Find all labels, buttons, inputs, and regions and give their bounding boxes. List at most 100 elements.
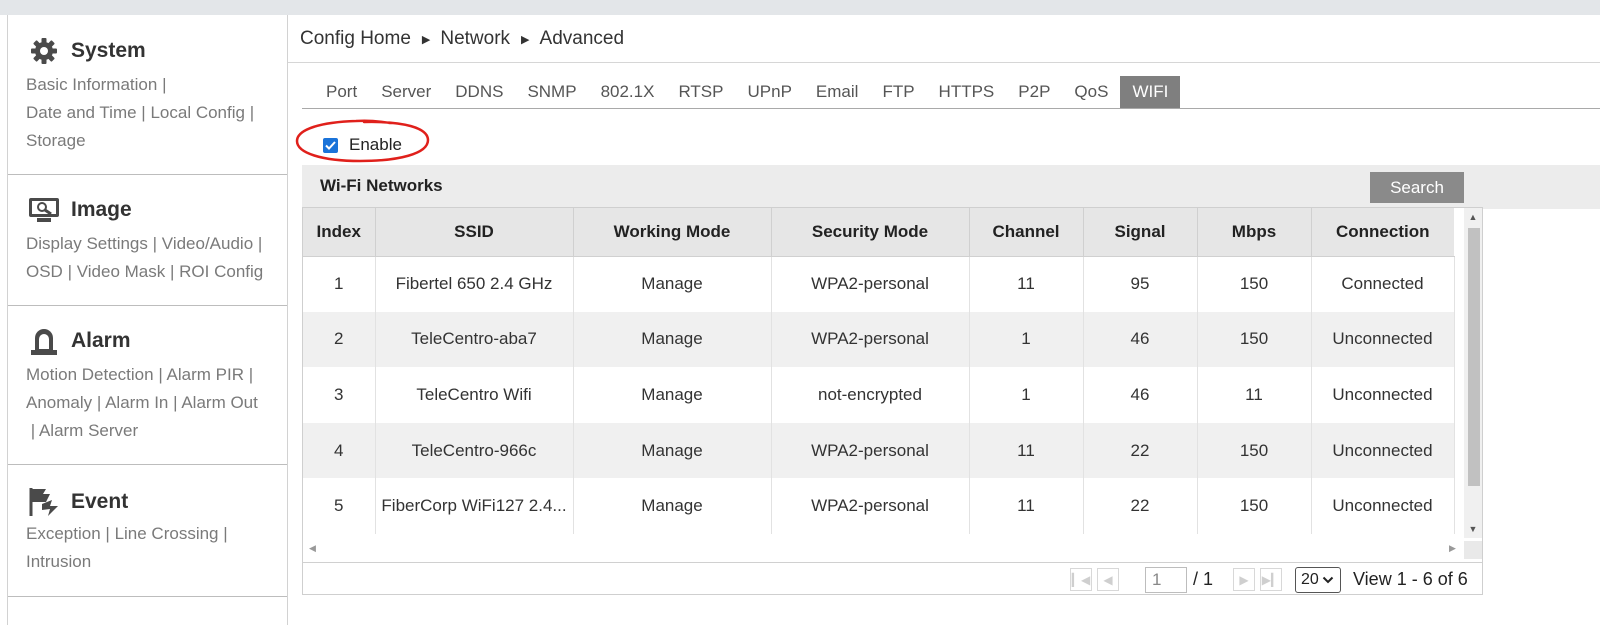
cell-ssid: FiberCorp WiFi127 2.4...	[375, 478, 574, 534]
cell-index: 1	[303, 256, 376, 312]
sidebar-link-motion-detection[interactable]: Motion Detection	[26, 365, 154, 384]
sidebar-link-storage[interactable]: Storage	[26, 131, 86, 150]
cell-mbps: 150	[1197, 311, 1312, 368]
first-page-button[interactable]: ▎◀	[1070, 568, 1092, 591]
sidebar-link-date-and-time[interactable]: Date and Time	[26, 103, 137, 122]
tab-upnp[interactable]: UPnP	[736, 76, 804, 108]
cell-working-mode: Manage	[573, 256, 772, 312]
table-header-row: Index SSID Working Mode Security Mode Ch…	[303, 208, 1454, 257]
sidebar-link-basic-information[interactable]: Basic Information	[26, 75, 157, 94]
last-page-button[interactable]: ▶▎	[1260, 568, 1282, 591]
column-header-connection[interactable]: Connection	[1311, 208, 1454, 257]
link-separator: |	[223, 524, 228, 543]
scroll-up-icon[interactable]: ▲	[1468, 212, 1478, 222]
search-button[interactable]: Search	[1370, 172, 1464, 203]
breadcrumb-config-home[interactable]: Config Home	[300, 28, 411, 50]
cell-index: 4	[303, 422, 376, 479]
table-row[interactable]: 4 TeleCentro-966c Manage WPA2-personal 1…	[303, 422, 1455, 479]
sidebar-link-exception[interactable]: Exception	[26, 524, 101, 543]
tab-p2p[interactable]: P2P	[1006, 76, 1062, 108]
tab-ftp[interactable]: FTP	[870, 76, 926, 108]
column-header-ssid[interactable]: SSID	[375, 208, 574, 257]
column-header-mbps[interactable]: Mbps	[1197, 208, 1312, 257]
cell-working-mode: Manage	[573, 367, 772, 423]
table-row[interactable]: 5 FiberCorp WiFi127 2.4... Manage WPA2-p…	[303, 478, 1455, 534]
sidebar-link-video-mask[interactable]: Video Mask	[77, 262, 166, 281]
link-separator: |	[152, 234, 158, 253]
wifi-networks-table: Index SSID Working Mode Security Mode Ch…	[302, 207, 1483, 595]
alarm-light-icon	[27, 326, 61, 356]
breadcrumb-network[interactable]: Network	[440, 28, 510, 50]
sidebar-section-title[interactable]: Event	[71, 490, 128, 514]
scroll-left-icon[interactable]: ◀	[309, 543, 316, 554]
sidebar-link-video-audio[interactable]: Video/Audio	[162, 234, 253, 253]
image-settings-icon	[27, 195, 61, 225]
tab-snmp[interactable]: SNMP	[515, 76, 588, 108]
vertical-scrollbar[interactable]: ▲ ▼	[1464, 208, 1482, 538]
sidebar-link-alarm-server[interactable]: Alarm Server	[39, 421, 138, 440]
top-strip	[0, 0, 1600, 15]
wifi-networks-panel: Wi-Fi Networks Search	[302, 165, 1600, 209]
tab-https[interactable]: HTTPS	[927, 76, 1007, 108]
tab-qos[interactable]: QoS	[1062, 76, 1120, 108]
tab-wifi[interactable]: WIFI	[1120, 76, 1181, 108]
sidebar-link-alarm-out[interactable]: Alarm Out	[181, 393, 258, 412]
column-header-working-mode[interactable]: Working Mode	[573, 208, 772, 257]
sidebar-link-osd[interactable]: OSD	[26, 262, 63, 281]
table-row[interactable]: 1 Fibertel 650 2.4 GHz Manage WPA2-perso…	[303, 256, 1455, 312]
sidebar-section-title[interactable]: Alarm	[71, 329, 131, 353]
cell-channel: 11	[969, 478, 1084, 534]
sidebar-link-alarm-pir[interactable]: Alarm PIR	[167, 365, 244, 384]
horizontal-scrollbar[interactable]: ◀ ▶	[303, 541, 1464, 559]
last-page-icon: ▶▎	[1261, 572, 1281, 587]
tab-email[interactable]: Email	[804, 76, 871, 108]
sidebar-link-line-crossing[interactable]: Line Crossing	[115, 524, 219, 543]
scroll-down-icon[interactable]: ▼	[1468, 524, 1478, 534]
link-separator: |	[141, 103, 146, 122]
tab-bar: Port Server DDNS SNMP 802.1X RTSP UPnP E…	[302, 76, 1600, 109]
sidebar-section-title[interactable]: Image	[71, 198, 132, 222]
cell-mbps: 150	[1197, 478, 1312, 534]
sidebar-link-anomaly[interactable]: Anomaly	[26, 393, 92, 412]
cell-signal: 95	[1083, 256, 1198, 312]
sidebar-link-alarm-in[interactable]: Alarm In	[105, 393, 168, 412]
sidebar-section-title[interactable]: System	[71, 39, 146, 63]
enable-label[interactable]: Enable	[349, 135, 402, 155]
sidebar-link-display-settings[interactable]: Display Settings	[26, 234, 148, 253]
tab-port[interactable]: Port	[302, 76, 369, 108]
cell-index: 2	[303, 311, 376, 368]
column-header-security-mode[interactable]: Security Mode	[771, 208, 970, 257]
table-row[interactable]: 3 TeleCentro Wifi Manage not-encrypted 1…	[303, 367, 1455, 423]
gear-icon	[27, 36, 61, 66]
cell-working-mode: Manage	[573, 478, 772, 534]
next-page-button[interactable]: ▶	[1233, 568, 1255, 591]
sidebar-link-roi-config[interactable]: ROI Config	[179, 262, 263, 281]
chevron-down-icon	[1322, 576, 1334, 584]
cell-connection: Connected	[1311, 256, 1455, 312]
tab-rtsp[interactable]: RTSP	[666, 76, 735, 108]
enable-checkbox[interactable]	[323, 137, 338, 153]
cell-signal: 22	[1083, 478, 1198, 534]
cell-channel: 1	[969, 311, 1084, 368]
sidebar-link-intrusion[interactable]: Intrusion	[26, 552, 91, 571]
sidebar-section-system: System Basic Information | Date and Time…	[8, 15, 287, 175]
prev-page-button[interactable]: ◀	[1097, 568, 1119, 591]
cell-connection: Unconnected	[1311, 367, 1455, 423]
cell-security-mode: WPA2-personal	[771, 311, 970, 368]
tab-8021x[interactable]: 802.1X	[589, 76, 667, 108]
link-separator: |	[249, 103, 255, 122]
cell-index: 3	[303, 367, 376, 423]
page-number-input[interactable]: 1	[1145, 567, 1187, 593]
cell-signal: 46	[1083, 311, 1198, 368]
column-header-signal[interactable]: Signal	[1083, 208, 1198, 257]
page-size-select[interactable]: 20	[1295, 567, 1341, 593]
column-header-channel[interactable]: Channel	[969, 208, 1084, 257]
tab-server[interactable]: Server	[369, 76, 443, 108]
sidebar-link-local-config[interactable]: Local Config	[150, 103, 245, 122]
column-header-index[interactable]: Index	[303, 208, 376, 257]
scrollbar-thumb[interactable]	[1468, 228, 1480, 486]
tab-ddns[interactable]: DDNS	[443, 76, 515, 108]
scroll-right-icon[interactable]: ▶	[1449, 543, 1456, 554]
table-row[interactable]: 2 TeleCentro-aba7 Manage WPA2-personal 1…	[303, 311, 1455, 368]
cell-mbps: 150	[1197, 422, 1312, 479]
